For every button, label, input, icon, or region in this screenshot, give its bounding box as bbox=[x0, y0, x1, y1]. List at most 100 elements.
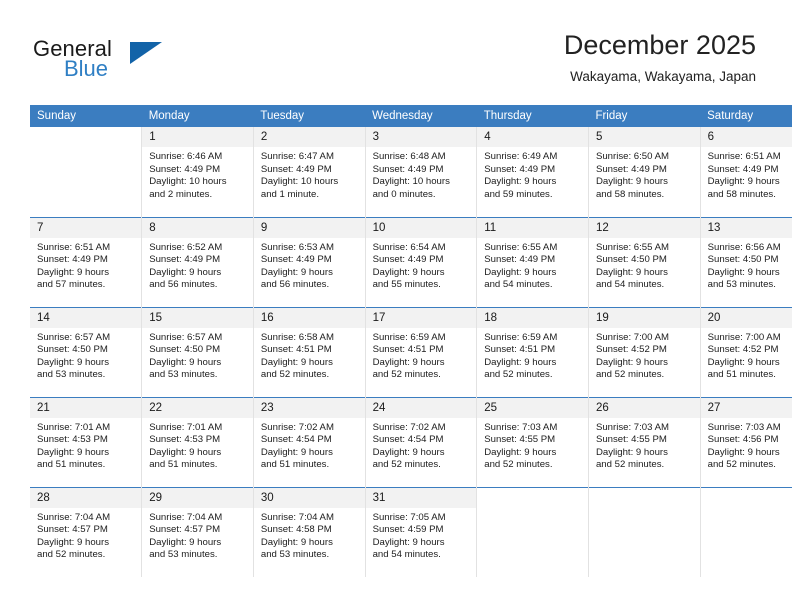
day-number: 9 bbox=[253, 217, 365, 238]
day-cell[interactable]: 9 Sunrise: 6:53 AM Sunset: 4:49 PM Daylight… bbox=[253, 217, 366, 307]
day-number: 1 bbox=[142, 127, 253, 147]
daylight-text-line1: Daylight: 9 hours bbox=[707, 266, 780, 278]
calendar-week-row: 28 Sunrise: 7:04 AM Sunset: 4:57 PM Dayligh… bbox=[30, 487, 792, 577]
sunrise-text: Sunrise: 6:57 AM bbox=[149, 331, 223, 343]
sunrise-text: Sunrise: 6:48 AM bbox=[372, 151, 446, 162]
page-header: General Blue December 2025 Wakayama, Wak… bbox=[0, 0, 792, 104]
day-cell[interactable]: 31 Sunrise: 7:05 AM Sunset: 4:59 PM Dayligh… bbox=[365, 487, 478, 577]
daylight-text-line1: Daylight: 10 hours bbox=[149, 176, 227, 188]
day-number: 26 bbox=[588, 397, 700, 418]
day-number bbox=[700, 487, 792, 508]
day-cell[interactable]: 25 Sunrise: 7:03 AM Sunset: 4:55 PM Dayligh… bbox=[476, 397, 589, 487]
day-cell[interactable]: 21 Sunrise: 7:01 AM Sunset: 4:53 PM Dayligh… bbox=[30, 397, 143, 487]
day-details: Sunrise: 7:05 AM Sunset: 4:59 PM Daylight:… bbox=[366, 508, 477, 562]
daylight-text-line2: and 55 minutes. bbox=[372, 279, 441, 291]
day-cell[interactable]: 1 Sunrise: 6:46 AM Sunset: 4:49 PM Daylight… bbox=[141, 127, 254, 217]
day-cell[interactable]: 20 Sunrise: 7:00 AM Sunset: 4:52 PM Dayligh… bbox=[700, 307, 792, 397]
sunrise-text: Sunrise: 6:50 AM bbox=[595, 151, 669, 162]
day-cell[interactable]: 23 Sunrise: 7:02 AM Sunset: 4:54 PM Dayligh… bbox=[253, 397, 366, 487]
day-number: 28 bbox=[30, 487, 142, 508]
day-cell[interactable]: 15 Sunrise: 6:57 AM Sunset: 4:50 PM Dayligh… bbox=[141, 307, 254, 397]
day-details: Sunrise: 7:00 AM Sunset: 4:52 PM Daylight:… bbox=[589, 328, 700, 382]
daylight-text-line1: Daylight: 9 hours bbox=[260, 266, 333, 278]
calendar-table: Sunday Monday Tuesday Wednesday Thursday… bbox=[30, 105, 792, 577]
day-cell[interactable]: 22 Sunrise: 7:01 AM Sunset: 4:53 PM Dayligh… bbox=[141, 397, 254, 487]
daylight-text-line2: and 53 minutes. bbox=[149, 369, 218, 381]
daylight-text-line1: Daylight: 10 hours bbox=[260, 176, 339, 188]
day-cell[interactable]: 14 Sunrise: 6:57 AM Sunset: 4:50 PM Dayligh… bbox=[30, 307, 143, 397]
day-cell[interactable]: 8 Sunrise: 6:52 AM Sunset: 4:49 PM Daylight… bbox=[141, 217, 254, 307]
day-cell[interactable]: 10 Sunrise: 6:54 AM Sunset: 4:49 PM Dayligh… bbox=[365, 217, 478, 307]
sunset-text: Sunset: 4:50 PM bbox=[595, 254, 667, 266]
sunrise-text: Sunrise: 7:00 AM bbox=[595, 331, 669, 343]
page-title: December 2025 bbox=[563, 30, 756, 60]
day-cell[interactable]: 4 Sunrise: 6:49 AM Sunset: 4:49 PM Daylight… bbox=[476, 127, 589, 217]
sunset-text: Sunset: 4:51 PM bbox=[484, 344, 556, 356]
day-cell[interactable]: 2 Sunrise: 6:47 AM Sunset: 4:49 PM Daylight… bbox=[253, 127, 366, 217]
day-cell[interactable]: 19 Sunrise: 7:00 AM Sunset: 4:52 PM Dayligh… bbox=[588, 307, 701, 397]
day-cell[interactable]: 24 Sunrise: 7:02 AM Sunset: 4:54 PM Dayligh… bbox=[365, 397, 478, 487]
day-details: Sunrise: 6:59 AM Sunset: 4:51 PM Daylight:… bbox=[366, 328, 477, 382]
day-details: Sunrise: 7:00 AM Sunset: 4:52 PM Daylight:… bbox=[701, 328, 792, 382]
day-cell[interactable]: 26 Sunrise: 7:03 AM Sunset: 4:55 PM Dayligh… bbox=[588, 397, 701, 487]
daylight-text-line1: Daylight: 9 hours bbox=[37, 536, 109, 548]
daylight-text-line2: and 53 minutes. bbox=[37, 369, 106, 381]
sunrise-text: Sunrise: 6:55 AM bbox=[484, 241, 558, 253]
weekday-header-monday: Monday bbox=[141, 105, 254, 127]
daylight-text-line2: and 1 minute. bbox=[260, 188, 320, 200]
daylight-text-line2: and 2 minutes. bbox=[149, 188, 213, 200]
day-cell[interactable]: 12 Sunrise: 6:55 AM Sunset: 4:50 PM Dayligh… bbox=[588, 217, 701, 307]
sunrise-text: Sunrise: 6:51 AM bbox=[707, 151, 781, 162]
day-cell[interactable]: 17 Sunrise: 6:59 AM Sunset: 4:51 PM Dayligh… bbox=[365, 307, 478, 397]
day-details: Sunrise: 7:02 AM Sunset: 4:54 PM Daylight:… bbox=[254, 418, 365, 472]
day-number: 8 bbox=[142, 217, 253, 238]
day-details: Sunrise: 7:01 AM Sunset: 4:53 PM Daylight:… bbox=[142, 418, 253, 472]
brand-logo[interactable]: General Blue bbox=[33, 36, 223, 88]
sunrise-text: Sunrise: 6:55 AM bbox=[595, 241, 669, 253]
sunset-text: Sunset: 4:54 PM bbox=[260, 434, 332, 446]
day-cell[interactable]: 6 Sunrise: 6:51 AM Sunset: 4:49 PM Daylight… bbox=[700, 127, 792, 217]
sunset-text: Sunset: 4:49 PM bbox=[37, 254, 108, 266]
logo-triangle-icon bbox=[130, 42, 162, 64]
sunset-text: Sunset: 4:49 PM bbox=[149, 254, 221, 266]
sunset-text: Sunset: 4:49 PM bbox=[260, 163, 332, 175]
sunrise-text: Sunrise: 7:04 AM bbox=[260, 511, 334, 523]
day-cell[interactable]: 28 Sunrise: 7:04 AM Sunset: 4:57 PM Dayligh… bbox=[30, 487, 143, 577]
daylight-text-line2: and 53 minutes. bbox=[260, 549, 330, 561]
sunset-text: Sunset: 4:49 PM bbox=[372, 163, 444, 175]
day-cell[interactable]: 3 Sunrise: 6:48 AM Sunset: 4:49 PM Daylight… bbox=[365, 127, 478, 217]
day-details: Sunrise: 7:04 AM Sunset: 4:58 PM Daylight:… bbox=[254, 508, 365, 562]
day-cell[interactable]: 13 Sunrise: 6:56 AM Sunset: 4:50 PM Dayligh… bbox=[700, 217, 792, 307]
day-cell[interactable]: 11 Sunrise: 6:55 AM Sunset: 4:49 PM Dayligh… bbox=[476, 217, 589, 307]
daylight-text-line1: Daylight: 9 hours bbox=[37, 266, 109, 278]
sunset-text: Sunset: 4:55 PM bbox=[595, 434, 667, 446]
day-cell[interactable]: 16 Sunrise: 6:58 AM Sunset: 4:51 PM Dayligh… bbox=[253, 307, 366, 397]
sunrise-text: Sunrise: 7:03 AM bbox=[595, 421, 669, 433]
daylight-text-line1: Daylight: 9 hours bbox=[595, 356, 668, 368]
day-details: Sunrise: 7:04 AM Sunset: 4:57 PM Daylight:… bbox=[30, 508, 141, 562]
sunset-text: Sunset: 4:56 PM bbox=[707, 434, 779, 446]
calendar-week-row: 1 Sunrise: 6:46 AM Sunset: 4:49 PM Daylight… bbox=[30, 127, 792, 217]
day-number: 25 bbox=[477, 397, 588, 418]
daylight-text-line1: Daylight: 9 hours bbox=[149, 266, 222, 278]
sunset-text: Sunset: 4:57 PM bbox=[37, 524, 108, 536]
day-details: Sunrise: 7:02 AM Sunset: 4:54 PM Daylight:… bbox=[366, 418, 477, 472]
day-cell[interactable]: 27 Sunrise: 7:03 AM Sunset: 4:56 PM Dayligh… bbox=[700, 397, 792, 487]
sunrise-text: Sunrise: 6:53 AM bbox=[260, 241, 334, 253]
daylight-text-line2: and 58 minutes. bbox=[595, 188, 665, 200]
sunset-text: Sunset: 4:50 PM bbox=[37, 344, 108, 356]
day-cell[interactable]: 30 Sunrise: 7:04 AM Sunset: 4:58 PM Dayligh… bbox=[253, 487, 366, 577]
sunset-text: Sunset: 4:51 PM bbox=[260, 344, 332, 356]
daylight-text-line1: Daylight: 9 hours bbox=[707, 176, 780, 188]
day-details: Sunrise: 6:59 AM Sunset: 4:51 PM Daylight:… bbox=[477, 328, 588, 382]
sunrise-text: Sunrise: 7:03 AM bbox=[707, 421, 781, 433]
daylight-text-line2: and 57 minutes. bbox=[37, 279, 106, 291]
day-details: Sunrise: 6:56 AM Sunset: 4:50 PM Daylight:… bbox=[701, 238, 792, 292]
day-number: 3 bbox=[365, 127, 477, 147]
day-cell[interactable]: 18 Sunrise: 6:59 AM Sunset: 4:51 PM Dayligh… bbox=[476, 307, 589, 397]
day-cell[interactable]: 5 Sunrise: 6:50 AM Sunset: 4:49 PM Daylight… bbox=[588, 127, 701, 217]
day-details: Sunrise: 7:03 AM Sunset: 4:56 PM Daylight:… bbox=[701, 418, 792, 472]
day-number: 15 bbox=[142, 307, 253, 328]
day-cell[interactable]: 29 Sunrise: 7:04 AM Sunset: 4:57 PM Dayligh… bbox=[141, 487, 254, 577]
day-cell[interactable]: 7 Sunrise: 6:51 AM Sunset: 4:49 PM Daylight… bbox=[30, 217, 143, 307]
